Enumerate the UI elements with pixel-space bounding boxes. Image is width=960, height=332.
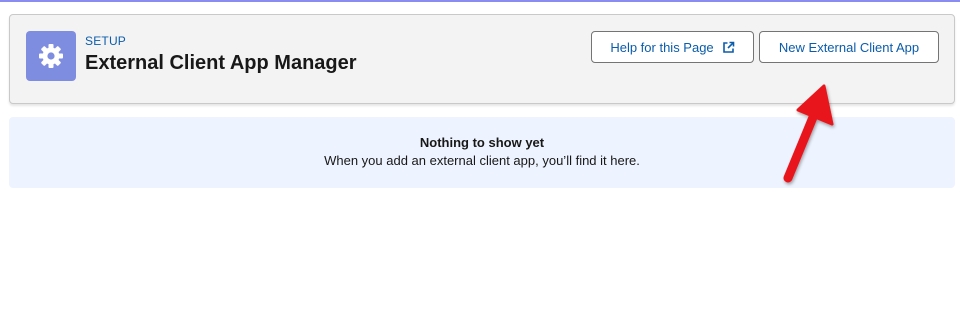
page-title: External Client App Manager bbox=[85, 52, 357, 74]
new-external-client-app-button[interactable]: New External Client App bbox=[759, 31, 939, 63]
setup-icon-tile bbox=[26, 31, 76, 81]
page-eyebrow: SETUP bbox=[85, 34, 127, 48]
top-accent-border bbox=[0, 0, 960, 2]
help-button-label: Help for this Page bbox=[610, 39, 714, 55]
external-link-icon bbox=[722, 41, 735, 54]
help-for-this-page-button[interactable]: Help for this Page bbox=[591, 31, 754, 63]
red-arrow-annotation bbox=[783, 84, 834, 183]
gear-icon bbox=[39, 44, 63, 68]
